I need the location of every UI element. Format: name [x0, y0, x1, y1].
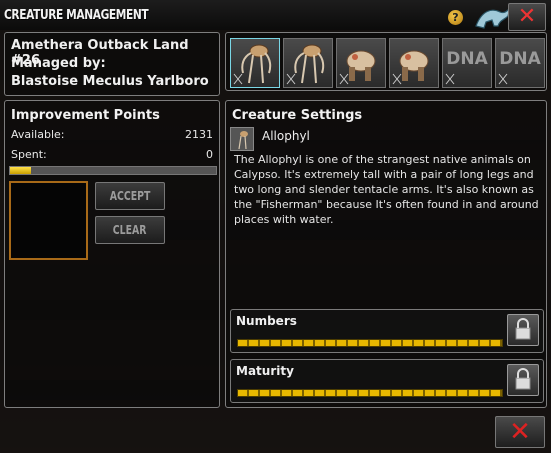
dna-slot-1[interactable]: DNA	[442, 38, 492, 88]
creature-slot-4[interactable]	[389, 38, 439, 88]
numbers-lock-button[interactable]	[507, 314, 539, 346]
spent-progress-fill	[10, 167, 31, 174]
slot-marker	[498, 71, 508, 85]
accept-button[interactable]: ACCEPT	[95, 182, 165, 210]
maturity-stat-box: Maturity	[230, 359, 544, 403]
allophyl-thumbnail-icon	[230, 127, 254, 151]
creature-settings-panel: Creature Settings Allophyl The Allophyl …	[225, 100, 547, 408]
species-name: Allophyl	[262, 129, 310, 143]
creature-slot-2[interactable]	[283, 38, 333, 88]
creature-settings-title: Creature Settings	[232, 108, 363, 123]
close-bottom-button[interactable]: ✕	[495, 416, 545, 448]
land-owner-panel: Amethera Outback Land #26 Managed by: Bl…	[4, 32, 220, 96]
numbers-stat-box: Numbers	[230, 309, 544, 353]
maturity-label: Maturity	[236, 364, 294, 378]
close-window-button[interactable]: ✕	[508, 3, 546, 31]
slot-marker	[392, 71, 402, 85]
lock-icon	[515, 318, 531, 340]
slot-marker	[339, 71, 349, 85]
slot-marker	[286, 71, 296, 85]
maturity-bar[interactable]	[237, 389, 503, 397]
numbers-bar[interactable]	[237, 339, 503, 347]
creature-silhouette-icon[interactable]	[472, 4, 512, 34]
slot-marker	[233, 71, 243, 85]
clear-button[interactable]: CLEAR	[95, 216, 165, 244]
dna-placeholder-label: DNA	[446, 49, 488, 69]
slot-marker	[445, 71, 455, 85]
numbers-label: Numbers	[236, 314, 297, 328]
improvement-points-panel: Improvement Points Available: 2131 Spent…	[4, 100, 220, 408]
dna-slot-2[interactable]: DNA	[495, 38, 545, 88]
clear-label: CLEAR	[113, 223, 147, 237]
creature-slots-panel: DNA DNA	[225, 32, 547, 91]
spent-value: 0	[206, 148, 213, 161]
improvement-points-title: Improvement Points	[11, 108, 160, 123]
creature-slot-1[interactable]	[230, 38, 280, 88]
available-value: 2131	[185, 128, 213, 141]
item-drop-slot[interactable]	[9, 181, 88, 260]
lock-icon	[515, 368, 531, 390]
creature-management-window: CREATURE MANAGEMENT ? ✕ Amethera Outback…	[0, 0, 551, 453]
help-icon[interactable]: ?	[448, 10, 463, 25]
manager-name: Blastoise Meculus Yarlboro	[11, 74, 209, 89]
available-label: Available:	[11, 128, 65, 141]
creature-slot-3[interactable]	[336, 38, 386, 88]
species-description: The Allophyl is one of the strangest nat…	[234, 153, 539, 226]
accept-label: ACCEPT	[109, 189, 151, 203]
spent-label: Spent:	[11, 148, 47, 161]
maturity-lock-button[interactable]	[507, 364, 539, 396]
spent-progress-bar	[9, 166, 217, 175]
dna-placeholder-label: DNA	[499, 49, 541, 69]
window-title: CREATURE MANAGEMENT	[4, 8, 149, 23]
titlebar: CREATURE MANAGEMENT ? ✕	[0, 0, 551, 31]
managed-by-label: Managed by:	[11, 56, 106, 71]
